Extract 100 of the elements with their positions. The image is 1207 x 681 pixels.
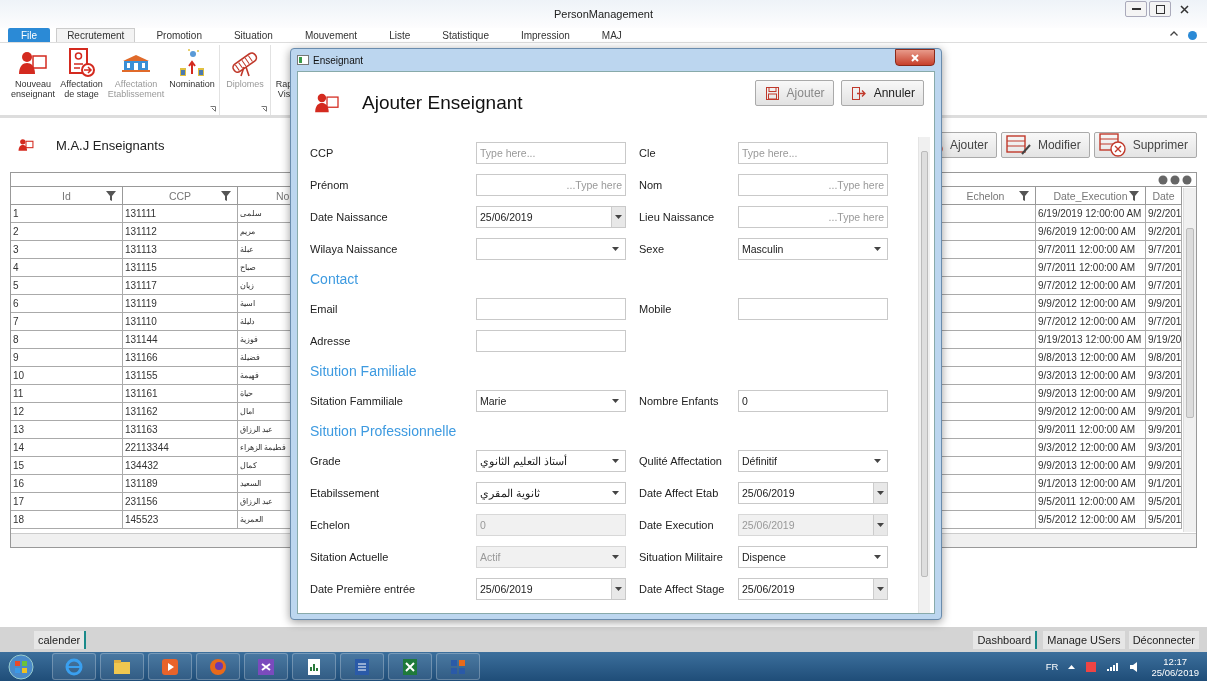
table-cell: 4 — [11, 259, 123, 277]
table-cell: 131161 — [123, 385, 238, 403]
dropdown-field[interactable]: ثانوية المقري — [476, 482, 626, 504]
field-label: Date Naissance — [310, 211, 389, 223]
text-field[interactable]: 0 — [738, 390, 888, 412]
field-label: Cle — [639, 147, 657, 159]
status-button[interactable]: Manage USers — [1043, 630, 1125, 649]
table-cell: 9/3/2013 12:00:00 AM — [1036, 367, 1146, 385]
table-cell: 145523 — [123, 511, 238, 529]
date-field[interactable]: 25/06/2019 — [738, 482, 888, 504]
table-cell: 13 — [11, 421, 123, 439]
field-label: Nom — [639, 179, 664, 191]
table-cell: 9/19/2013 12:00:00 AM — [1036, 331, 1146, 349]
table-cell: 9/8/201 — [1146, 349, 1182, 367]
ribbon-tab[interactable]: Statistique — [431, 28, 500, 42]
table-cell: 9/9/2012 12:00:00 AM — [1036, 403, 1146, 421]
date-field[interactable]: 25/06/2019 — [476, 578, 626, 600]
table-cell: 9/7/2012 12:00:00 AM — [1036, 277, 1146, 295]
ribbon-tab[interactable]: Situation — [222, 28, 284, 42]
dialog-heading: Ajouter Enseignant — [362, 92, 523, 114]
dialog-title: Enseignant — [313, 54, 364, 66]
field-label: Sexe — [639, 243, 666, 255]
panel-title: M.A.J Enseignants — [56, 137, 165, 153]
date-text: 25/06/2019 — [1151, 666, 1199, 678]
dropdown-field[interactable]: Marie — [476, 390, 626, 412]
table-cell: 9/9/201 — [1146, 385, 1182, 403]
table-cell: 16 — [11, 475, 123, 493]
field-label: Email — [310, 303, 339, 315]
text-field[interactable]: Type here... — [476, 142, 626, 164]
clock[interactable]: 12:17 25/06/2019 — [1151, 655, 1199, 678]
table-cell: 131119 — [123, 295, 238, 313]
table-cell: 131162 — [123, 403, 238, 421]
ribbon-tab[interactable]: Liste — [378, 28, 422, 42]
dropdown-field[interactable]: Définitif — [738, 450, 888, 472]
ribbon-tab[interactable]: Impression — [509, 28, 581, 42]
table-cell: 3 — [11, 241, 123, 259]
text-field[interactable]: ...Type here — [738, 174, 888, 196]
table-cell: 9/3/2012 12:00:00 AM — [1036, 439, 1146, 457]
ribbon-tab[interactable]: Promotion — [145, 28, 213, 42]
ribbon-tab[interactable]: Mouvement — [293, 28, 369, 42]
toolbar-button[interactable]: Supprimer — [1093, 132, 1197, 158]
table-cell: 9/3/201 — [1146, 439, 1182, 457]
table-cell: 9/3/201 — [1146, 367, 1182, 385]
ribbon-button[interactable]: Affectation de stage — [58, 45, 105, 115]
dropdown-field[interactable]: Masculin — [738, 238, 888, 260]
field-label: CCP — [310, 147, 335, 159]
table-cell: 15 — [11, 457, 123, 475]
table-cell: 9/7/2012 12:00:00 AM — [1036, 313, 1146, 331]
table-cell: 9/9/201 — [1146, 421, 1182, 439]
table-cell: 9/7/201 — [1146, 241, 1182, 259]
dialog-button[interactable]: Annuler — [840, 80, 924, 106]
window-title: PersonManagement — [553, 8, 654, 20]
text-field[interactable]: ...Type here — [738, 206, 888, 228]
table-cell: 131144 — [123, 331, 238, 349]
field-label: Date Affect Stage — [639, 583, 726, 595]
column-header[interactable]: CCP — [123, 187, 238, 205]
table-cell: 9/19/20 — [1146, 331, 1182, 349]
column-header[interactable]: Id — [11, 187, 123, 205]
ribbon-button[interactable]: Nomination — [167, 45, 217, 115]
table-cell: 9/7/201 — [1146, 259, 1182, 277]
table-cell: 9/7/201 — [1146, 313, 1182, 331]
table-cell: 131155 — [123, 367, 238, 385]
field-label: Qulité Affectation — [639, 455, 723, 467]
ribbon-button[interactable]: Nouveau enseignant — [8, 45, 58, 115]
toolbar-button[interactable]: Modifier — [1000, 132, 1090, 158]
table-cell: 9/9/201 — [1146, 457, 1182, 475]
column-header[interactable]: Date_Execution — [1036, 187, 1146, 205]
table-cell: 9/5/2012 12:00:00 AM — [1036, 511, 1146, 529]
table-cell: 10 — [11, 367, 123, 385]
table-cell: 9/2/201 — [1146, 205, 1182, 223]
status-button[interactable]: calender — [34, 630, 87, 649]
dropdown-field[interactable]: أستاذ التعليم الثانوي — [476, 450, 626, 472]
ribbon-tab[interactable]: File — [8, 28, 51, 42]
table-cell: 9/1/2013 12:00:00 AM — [1036, 475, 1146, 493]
ribbon-tab[interactable]: MAJ — [590, 28, 633, 42]
dropdown-field[interactable]: Dispence — [738, 546, 888, 568]
field-label: Prénom — [310, 179, 350, 191]
table-cell: 9/1/201 — [1146, 475, 1182, 493]
ribbon-tab[interactable]: Recrutement — [56, 28, 136, 42]
table-cell: 131117 — [123, 277, 238, 295]
table-cell: 9/5/201 — [1146, 493, 1182, 511]
column-header[interactable]: Date — [1146, 187, 1182, 205]
table-cell: 8 — [11, 331, 123, 349]
table-cell: 1 — [11, 205, 123, 223]
table-cell: 9/2/201 — [1146, 223, 1182, 241]
table-cell: 9/6/2019 12:00:00 AM — [1036, 223, 1146, 241]
text-field[interactable]: ...Type here — [476, 174, 626, 196]
date-field[interactable]: 25/06/2019 — [738, 578, 888, 600]
table-cell: 9/9/2012 12:00:00 AM — [1036, 295, 1146, 313]
date-field[interactable]: 25/06/2019 — [476, 206, 626, 228]
status-button[interactable]: Dashboard — [973, 630, 1038, 649]
status-button[interactable]: Déconnecter — [1128, 630, 1199, 649]
table-cell: 9/9/201 — [1146, 295, 1182, 313]
table-cell: 9 — [11, 349, 123, 367]
table-cell: 131111 — [123, 205, 238, 223]
text-field[interactable]: Type here... — [738, 142, 888, 164]
language-indicator[interactable]: FR — [1045, 661, 1059, 672]
table-cell: 131112 — [123, 223, 238, 241]
table-cell: 9/9/2013 12:00:00 AM — [1036, 457, 1146, 475]
section-title: Contact — [310, 271, 359, 287]
